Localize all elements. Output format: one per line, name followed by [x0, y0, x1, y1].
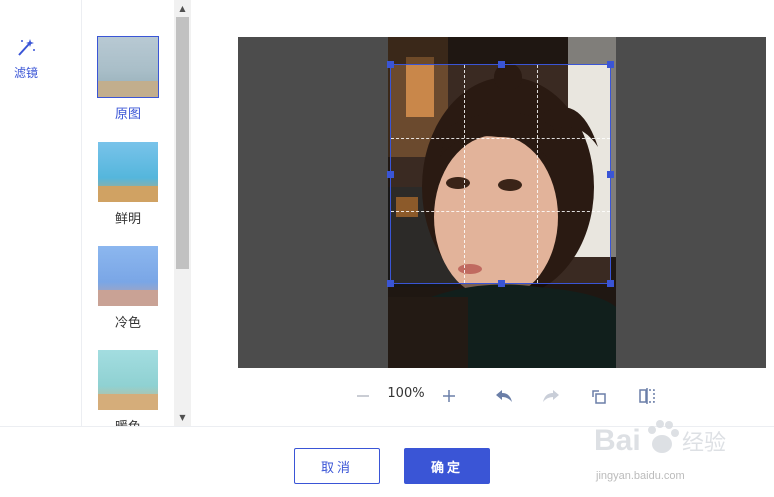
filter-item-cool[interactable]: 冷色	[98, 246, 158, 331]
filter-label-warm: 暖色	[98, 416, 158, 426]
crop-handle-left[interactable]	[387, 171, 394, 178]
filter-label-cool: 冷色	[114, 316, 141, 331]
crop-mask-bottom	[388, 284, 616, 368]
svg-text:Bai: Bai	[594, 424, 641, 457]
filter-item-original[interactable]: 原图	[97, 36, 159, 122]
crop-grid-line	[464, 65, 465, 283]
crop-mask-top	[388, 37, 616, 64]
filter-label-original: 原图	[114, 107, 141, 122]
redo-icon	[543, 390, 559, 402]
crop-handle-top-right[interactable]	[607, 61, 614, 68]
scroll-thumb[interactable]	[176, 17, 189, 269]
scroll-up-arrow-icon[interactable]: ▲	[174, 0, 191, 17]
svg-text:经验: 经验	[682, 431, 726, 456]
image-editor: 滤镜 原图 鲜明 冷色 暖色	[0, 0, 774, 497]
minus-icon	[357, 395, 369, 397]
crop-handle-top[interactable]	[498, 61, 505, 68]
flip-horizontal-icon	[639, 388, 655, 404]
crop-handle-bottom-right[interactable]	[607, 280, 614, 287]
crop-box[interactable]	[387, 61, 614, 287]
rotate-button[interactable]	[587, 384, 611, 408]
filter-item-vivid[interactable]: 鲜明	[98, 142, 158, 227]
plus-icon	[443, 390, 455, 402]
zoom-in-button[interactable]	[437, 384, 461, 408]
filter-thumb-cool	[98, 246, 158, 306]
filter-tool[interactable]: 滤镜	[0, 36, 52, 81]
flip-button[interactable]	[635, 384, 659, 408]
filter-thumb-original	[97, 36, 159, 98]
zoom-level: 100%	[387, 386, 425, 401]
tool-rail: 滤镜	[0, 0, 82, 426]
filter-thumb-warm	[98, 350, 158, 410]
crop-handle-right[interactable]	[607, 171, 614, 178]
crop-handle-top-left[interactable]	[387, 61, 394, 68]
filter-label-vivid: 鲜明	[114, 212, 141, 227]
image-canvas[interactable]	[238, 37, 766, 368]
filter-thumb-vivid	[98, 142, 158, 202]
crop-grid-line	[391, 211, 610, 212]
crop-grid-line	[537, 65, 538, 283]
filter-scrollbar[interactable]: ▲ ▼	[174, 0, 191, 426]
undo-icon	[496, 390, 512, 402]
scroll-down-arrow-icon[interactable]: ▼	[174, 409, 191, 426]
zoom-out-button[interactable]	[351, 384, 375, 408]
crop-handle-bottom-left[interactable]	[387, 280, 394, 287]
undo-button[interactable]	[492, 384, 516, 408]
filter-item-warm[interactable]: 暖色	[98, 350, 158, 426]
watermark-url: jingyan.baidu.com	[596, 470, 685, 482]
magic-wand-icon	[18, 39, 35, 56]
cancel-button[interactable]: 取消	[294, 448, 380, 484]
filter-tool-label: 滤镜	[13, 66, 38, 80]
crop-handle-bottom[interactable]	[498, 280, 505, 287]
rotate-icon	[592, 390, 606, 404]
redo-button[interactable]	[539, 384, 563, 408]
crop-grid-line	[391, 138, 610, 139]
confirm-button[interactable]: 确定	[404, 448, 490, 484]
